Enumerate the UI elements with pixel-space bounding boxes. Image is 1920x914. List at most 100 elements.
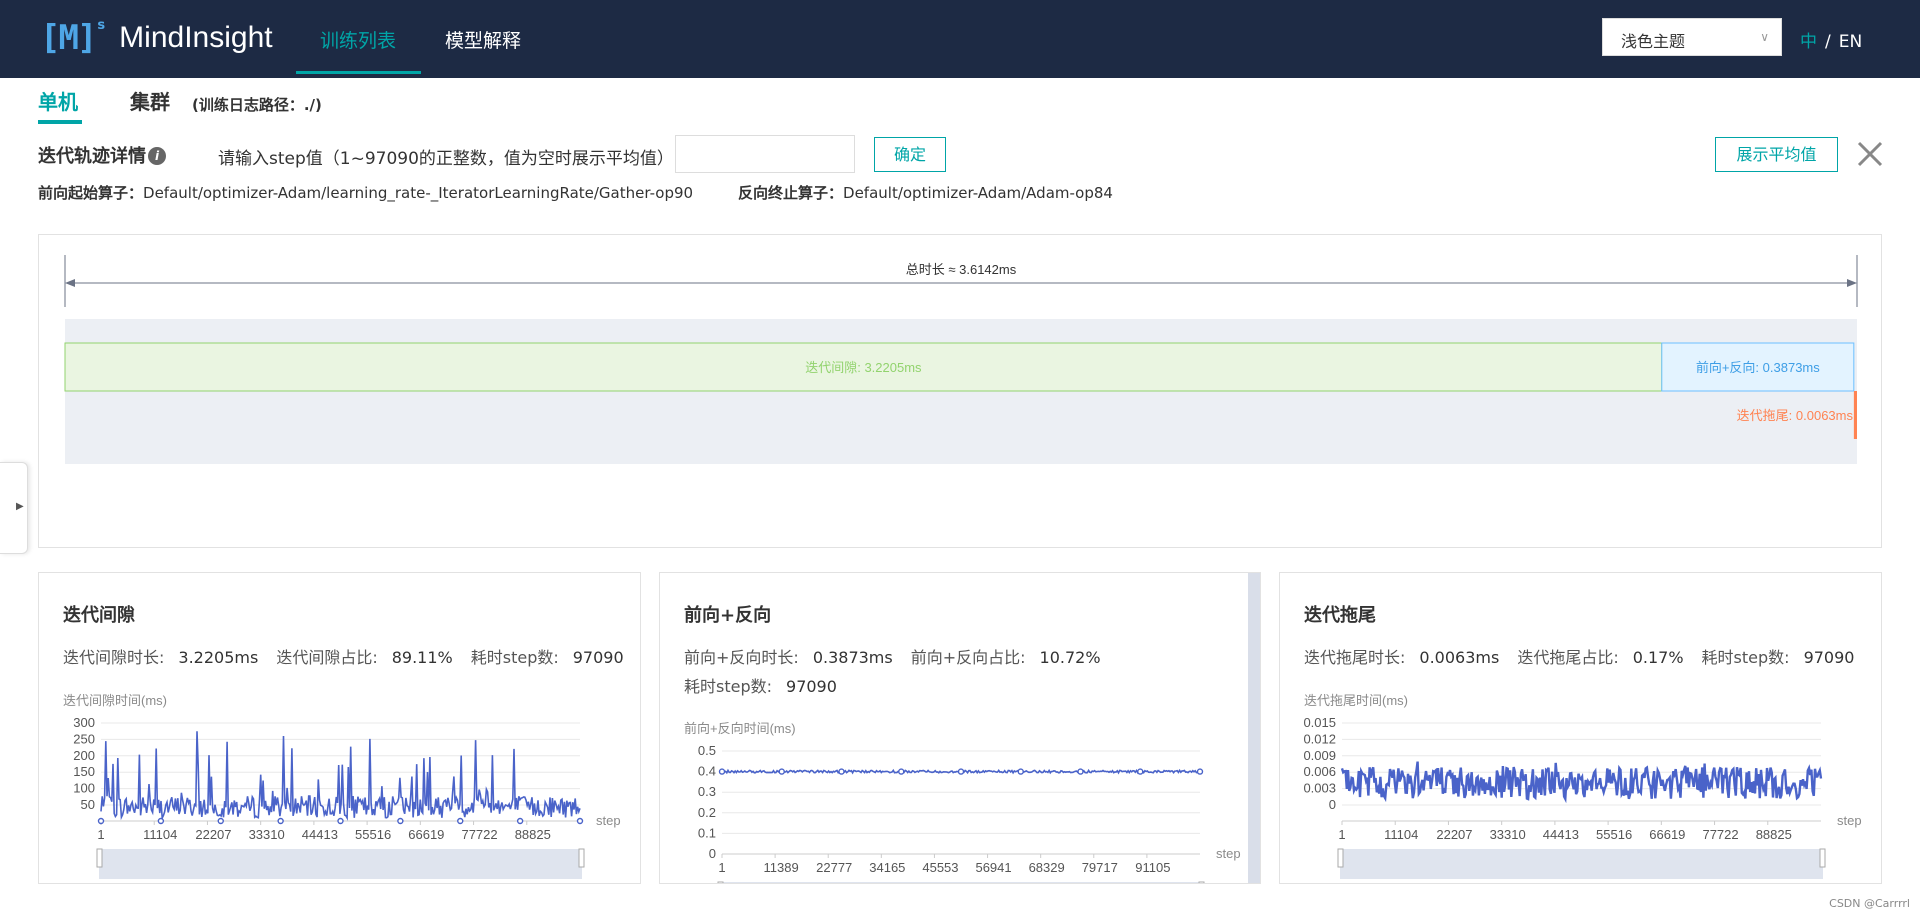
total-duration-label: 总时长 ≈ 3.6142ms	[906, 262, 1017, 277]
chart-ytick-label: 0.006	[1303, 764, 1336, 779]
stat-label: 迭代拖尾时长:	[1304, 648, 1406, 667]
trace-timeline: 总时长 ≈ 3.6142ms 迭代间隙: 3.2205ms 前向+反向: 0.387…	[64, 255, 1858, 464]
stats-line: 前向+反向时长: 0.3873ms 前向+反向占比: 10.72%	[684, 643, 1119, 672]
sidebar-toggle[interactable]: ▶	[0, 462, 28, 554]
chart-ytick-label: 0.5	[698, 743, 716, 758]
chart-ytick-label: 250	[73, 731, 95, 746]
arrow-right-icon	[1847, 279, 1857, 287]
chart-iteration-tail: 迭代拖尾时间(ms) 0.0150.012 0.0090.006 0.00301 111…	[1303, 693, 1862, 879]
top-navbar: [M] s MindInsight 训练列表 模型解释 浅色主题 ∨ 中 / EN	[0, 0, 1920, 78]
chart-ytick-label: 0.4	[698, 764, 716, 779]
iteration-trace-panel: 总时长 ≈ 3.6142ms 迭代间隙: 3.2205ms 前向+反向: 0.387…	[38, 234, 1882, 548]
tab-cluster[interactable]: 集群	[130, 86, 170, 115]
chart-xtick-label: 88825	[515, 827, 551, 842]
chart-ytick-label: 0	[709, 846, 716, 861]
chart-xtick-label: 66619	[1649, 827, 1685, 842]
stats-line: 耗时step数: 97090	[684, 672, 1119, 701]
chart-forward-backward: 前向+反向时间(ms) 0.5 0.4 0.3 0.2 0.1 01 11389 22777 34…	[684, 721, 1241, 883]
nav-active-underline	[296, 71, 421, 74]
confirm-button[interactable]: 确定	[874, 137, 946, 172]
chart-ytick-label: 0.2	[698, 805, 716, 820]
chart-xtick-label: 1	[97, 827, 104, 842]
stat-label: 迭代拖尾占比:	[1517, 648, 1619, 667]
arrow-left-icon	[65, 279, 75, 287]
card-title: 迭代间隙	[63, 605, 135, 626]
log-path: (训练日志路径：./)	[192, 96, 322, 114]
chart-point	[778, 768, 785, 775]
chart-ytick-label: 0.3	[698, 784, 716, 799]
logo-sup: s	[97, 18, 106, 33]
chart-ytick-label: 300	[73, 715, 95, 730]
app-title: MindInsight	[119, 21, 273, 54]
stat-label: 迭代间隙占比:	[276, 648, 378, 667]
tab-single[interactable]: 单机	[38, 86, 78, 115]
fp-start-label: 前向起始算子：	[38, 184, 144, 202]
chart-series-line	[100, 731, 581, 821]
chevron-down-icon: ∨	[1760, 30, 1769, 44]
chart-point	[277, 817, 284, 825]
fp-start-operator: 前向起始算子：Default/optimizer-Adam/learning_r…	[38, 182, 693, 203]
segment-iteration-gap-label: 迭代间隙: 3.2205ms	[805, 360, 922, 375]
card-forward-backward: 前向+反向 前向+反向时长: 0.3873ms 前向+反向占比: 10.72% 耗时s…	[659, 572, 1261, 884]
stat-label: 耗时step数:	[470, 648, 559, 667]
bp-end-value: Default/optimizer-Adam/Adam-op84	[843, 184, 1113, 202]
chart-xtick-label: 55516	[1596, 827, 1632, 842]
chart-xtick-label: 11389	[764, 860, 799, 875]
chart-xtick-label: 1	[718, 860, 725, 875]
lang-en-link[interactable]: EN	[1839, 32, 1862, 52]
stat-label: 耗时step数:	[684, 677, 773, 696]
chart-xtick-label: 33310	[249, 827, 285, 842]
chart-slider-handle-left	[1337, 848, 1344, 868]
nav-training-list[interactable]: 训练列表	[320, 26, 396, 53]
theme-select[interactable]: 浅色主题 ∨	[1602, 18, 1782, 56]
chart-ytick-label: 200	[73, 748, 95, 763]
close-icon[interactable]	[1854, 138, 1886, 170]
chart-xtick-label: 1	[1338, 827, 1345, 842]
chart-xtick-label: 88825	[1756, 827, 1792, 842]
chart-range-slider	[720, 882, 1202, 883]
chart-xtick-label: 22207	[195, 827, 231, 842]
lang-zh-link[interactable]: 中	[1800, 32, 1817, 52]
chart-point	[957, 768, 965, 775]
chart-xtick-label: 34165	[869, 860, 905, 875]
nav-model-explain[interactable]: 模型解释	[445, 26, 521, 53]
chart-ytick-label: 0.015	[1303, 715, 1336, 730]
chart-point	[1077, 768, 1084, 775]
chart-slider-handle-right	[578, 848, 585, 868]
chart-xtick-label: 45553	[922, 860, 958, 875]
info-icon[interactable]: i	[148, 147, 166, 165]
theme-select-value: 浅色主题	[1621, 32, 1686, 51]
chart-ytick-label: 0.003	[1303, 781, 1336, 796]
segment-iteration-tail	[1853, 391, 1857, 439]
chart-xtick-label: 77722	[1702, 827, 1738, 842]
chart-ytick-label: 150	[73, 764, 95, 779]
card-iteration-gap: 迭代间隙 迭代间隙时长: 3.2205ms 迭代间隙占比: 89.11% 耗时step数…	[38, 572, 641, 884]
card-scrollbar[interactable]	[1248, 573, 1260, 883]
chart-xlabel: step	[1216, 846, 1241, 861]
chart-point	[1196, 768, 1204, 775]
chart-point	[397, 817, 404, 825]
stats-line: 迭代拖尾时长: 0.0063ms 迭代拖尾占比: 0.17% 耗时step数: 97090	[1304, 643, 1872, 672]
card-stats: 迭代拖尾时长: 0.0063ms 迭代拖尾占比: 0.17% 耗时step数: 97090	[1304, 643, 1872, 672]
chart-ytick-label: 0	[1329, 797, 1336, 812]
chart-iteration-gap: 迭代间隙时间(ms) 300250 200150 100501 11104 22207 33…	[63, 693, 621, 879]
stat-label: 前向+反向时长:	[684, 648, 799, 667]
step-input[interactable]	[675, 135, 855, 173]
chart-slider-handle-right	[1198, 881, 1205, 883]
chart-slider-handle-left	[96, 848, 103, 868]
show-average-button[interactable]: 展示平均值	[1715, 137, 1838, 172]
chart-xtick-label: 68329	[1029, 860, 1065, 875]
tab-active-underline	[38, 120, 82, 124]
chart-ytick-label: 50	[81, 797, 95, 812]
language-switch: 中 / EN	[1800, 27, 1862, 52]
logo[interactable]: [M] s MindInsight	[40, 18, 273, 58]
card-title: 前向+反向	[684, 605, 772, 626]
stat-value: 10.72%	[1039, 648, 1101, 667]
chart-point	[217, 817, 224, 825]
chart-xtick-label: 91105	[1135, 860, 1170, 875]
card-stats: 迭代间隙时长: 3.2205ms 迭代间隙占比: 89.11% 耗时step数: 9709…	[63, 643, 640, 672]
chart-ylabel: 迭代拖尾时间(ms)	[1304, 693, 1408, 708]
chart-xtick-label: 77722	[461, 827, 497, 842]
chart-xtick-label: 22207	[1436, 827, 1472, 842]
stat-value: 3.2205ms	[178, 648, 259, 667]
